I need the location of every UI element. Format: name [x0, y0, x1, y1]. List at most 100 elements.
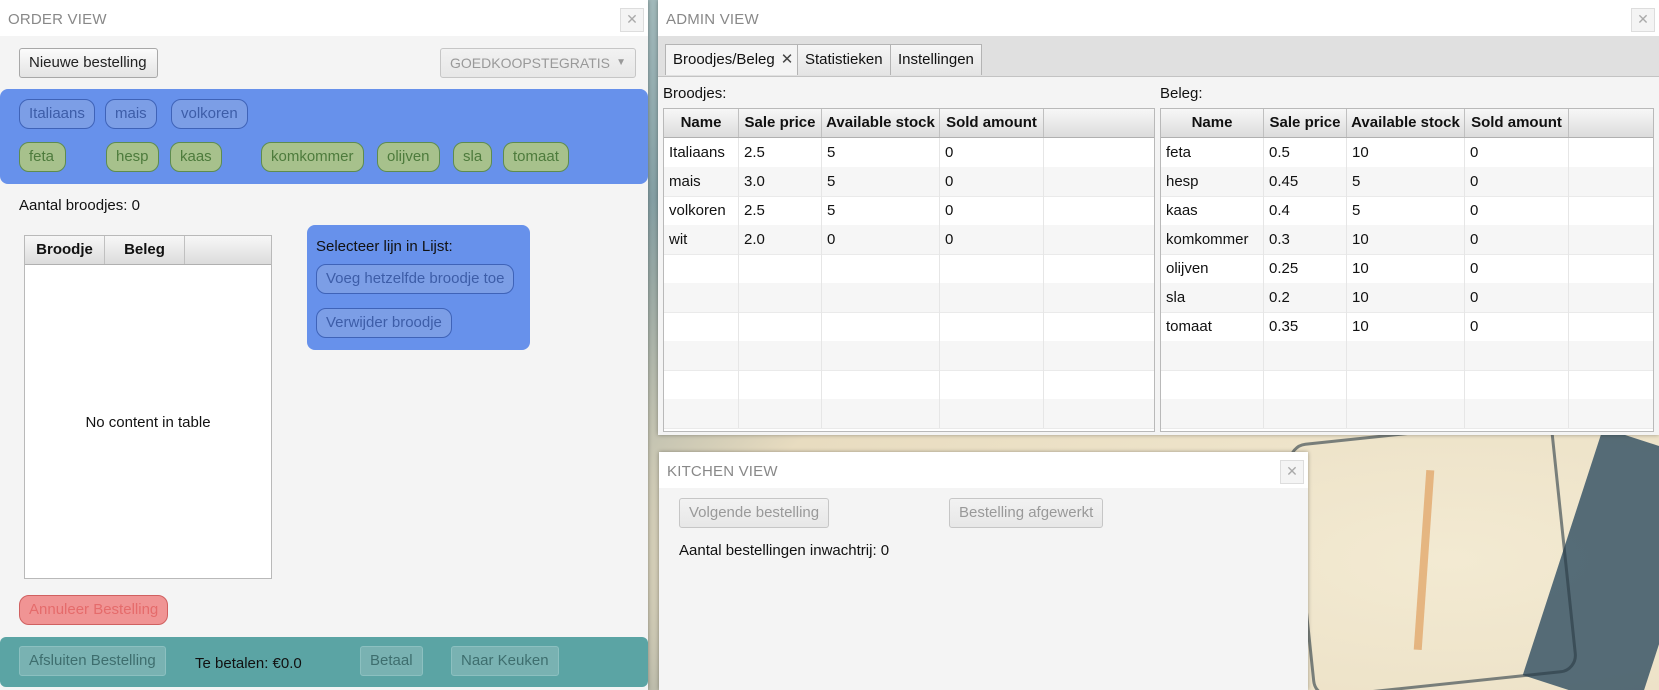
table-cell	[1161, 341, 1264, 370]
column-header[interactable]: Available stock	[1347, 109, 1465, 137]
table-row[interactable]	[664, 370, 1154, 400]
table-row[interactable]	[1161, 341, 1653, 371]
bread-button-italiaans[interactable]: Italiaans	[19, 99, 95, 129]
table-row[interactable]: sla 0.2 10 0	[1161, 283, 1653, 313]
topping-button-kaas[interactable]: kaas	[170, 142, 222, 172]
table-cell: 5	[822, 196, 940, 225]
table-cell: 0.45	[1264, 167, 1347, 196]
table-cell: 5	[1347, 196, 1465, 225]
table-header: Name Sale price Available stock Sold amount	[664, 109, 1154, 138]
cancel-order-button[interactable]: Annuleer Bestelling	[19, 595, 169, 625]
window-title: ADMIN VIEW	[666, 11, 759, 28]
tab-statistieken[interactable]: Statistieken	[797, 44, 891, 75]
table-cell: 2.5	[739, 138, 822, 167]
table-cell	[940, 312, 1044, 341]
table-cell	[822, 283, 940, 312]
close-icon[interactable]: ✕	[620, 8, 644, 32]
window-title: ORDER VIEW	[8, 11, 107, 28]
pay-button[interactable]: Betaal	[360, 646, 423, 676]
table-row[interactable]	[664, 254, 1154, 284]
table-cell	[664, 254, 739, 283]
order-done-button[interactable]: Bestelling afgewerkt	[949, 498, 1104, 528]
table-cell	[739, 312, 822, 341]
table-row[interactable]	[664, 399, 1154, 429]
column-header-beleg[interactable]: Beleg	[105, 236, 185, 264]
bread-button-volkoren[interactable]: volkoren	[171, 99, 248, 129]
table-cell: wit	[664, 225, 739, 254]
table-cell	[664, 283, 739, 312]
order-table[interactable]: Broodje Beleg No content in table	[24, 235, 272, 579]
table-cell	[940, 283, 1044, 312]
table-row[interactable]: Italiaans 2.5 5 0	[664, 138, 1154, 168]
to-kitchen-button[interactable]: Naar Keuken	[451, 646, 559, 676]
table-row[interactable]	[664, 341, 1154, 371]
close-icon[interactable]: ✕	[1631, 8, 1655, 32]
table-row[interactable]: tomaat 0.35 10 0	[1161, 312, 1653, 342]
empty-table-placeholder: No content in table	[85, 414, 211, 431]
table-cell	[1161, 399, 1264, 428]
add-same-sandwich-button[interactable]: Voeg hetzelfde broodje toe	[316, 264, 515, 294]
table-row[interactable]: hesp 0.45 5 0	[1161, 167, 1653, 197]
selection-label: Selecteer lijn in Lijst:	[316, 238, 453, 255]
column-header[interactable]: Sale price	[739, 109, 822, 137]
tab-broodjes-beleg[interactable]: Broodjes/Beleg ✕	[665, 44, 802, 75]
table-cell: 0	[1465, 138, 1569, 167]
column-header-broodje[interactable]: Broodje	[25, 236, 105, 264]
table-row[interactable]: komkommer 0.3 10 0	[1161, 225, 1653, 255]
table-row[interactable]: feta 0.5 10 0	[1161, 138, 1653, 168]
table-row[interactable]: olijven 0.25 10 0	[1161, 254, 1653, 284]
tab-instellingen[interactable]: Instellingen	[890, 44, 982, 75]
table-row[interactable]	[1161, 399, 1653, 429]
new-order-button[interactable]: Nieuwe bestelling	[19, 48, 158, 78]
table-row[interactable]	[664, 312, 1154, 342]
column-header[interactable]: Sold amount	[1465, 109, 1569, 137]
window-title: KITCHEN VIEW	[667, 463, 778, 480]
remove-sandwich-button[interactable]: Verwijder broodje	[316, 308, 452, 338]
close-icon[interactable]: ✕	[1280, 460, 1304, 484]
table-cell: feta	[1161, 138, 1264, 167]
topping-button-tomaat[interactable]: tomaat	[503, 142, 569, 172]
table-cell: 5	[822, 167, 940, 196]
table-cell	[1347, 399, 1465, 428]
table-cell	[1347, 341, 1465, 370]
column-header[interactable]: Name	[1161, 109, 1264, 137]
table-row[interactable]: mais 3.0 5 0	[664, 167, 1154, 197]
column-header[interactable]: Name	[664, 109, 739, 137]
table-cell	[940, 399, 1044, 428]
table-row[interactable]	[1161, 370, 1653, 400]
topping-button-hesp[interactable]: hesp	[106, 142, 159, 172]
selection-panel: Selecteer lijn in Lijst: Voeg hetzelfde …	[307, 225, 530, 350]
breads-table[interactable]: Name Sale price Available stock Sold amount…	[663, 108, 1155, 432]
table-cell	[822, 341, 940, 370]
next-order-button[interactable]: Volgende bestelling	[679, 498, 830, 528]
topping-button-sla[interactable]: sla	[453, 142, 493, 172]
table-row[interactable]: wit 2.0 0 0	[664, 225, 1154, 255]
topping-button-komkommer[interactable]: komkommer	[261, 142, 364, 172]
table-cell: 3.0	[739, 167, 822, 196]
column-header[interactable]: Available stock	[822, 109, 940, 137]
column-header[interactable]: Sale price	[1264, 109, 1347, 137]
close-order-button[interactable]: Afsluiten Bestelling	[19, 646, 166, 676]
toppings-table[interactable]: Name Sale price Available stock Sold amount…	[1160, 108, 1654, 432]
table-cell	[664, 399, 739, 428]
discount-select[interactable]: GOEDKOOPSTEGRATIS ▼	[440, 48, 636, 78]
column-header[interactable]: Sold amount	[940, 109, 1044, 137]
table-cell: 0	[1465, 196, 1569, 225]
table-cell: komkommer	[1161, 225, 1264, 254]
table-cell: 0	[940, 196, 1044, 225]
topping-button-feta[interactable]: feta	[19, 142, 66, 172]
table-row[interactable]	[664, 283, 1154, 313]
table-cell	[940, 370, 1044, 399]
close-icon[interactable]: ✕	[781, 51, 794, 68]
topping-button-olijven[interactable]: olijven	[377, 142, 440, 172]
bread-button-mais[interactable]: mais	[105, 99, 157, 129]
table-cell: 0	[1465, 254, 1569, 283]
table-cell: 10	[1347, 225, 1465, 254]
kitchen-view-window: KITCHEN VIEW ✕ Volgende bestelling Beste…	[659, 452, 1308, 690]
table-cell	[1264, 341, 1347, 370]
table-row[interactable]: kaas 0.4 5 0	[1161, 196, 1653, 226]
table-cell: 0	[940, 225, 1044, 254]
table-row[interactable]: volkoren 2.5 5 0	[664, 196, 1154, 226]
table-cell: 2.0	[739, 225, 822, 254]
table-cell	[822, 370, 940, 399]
